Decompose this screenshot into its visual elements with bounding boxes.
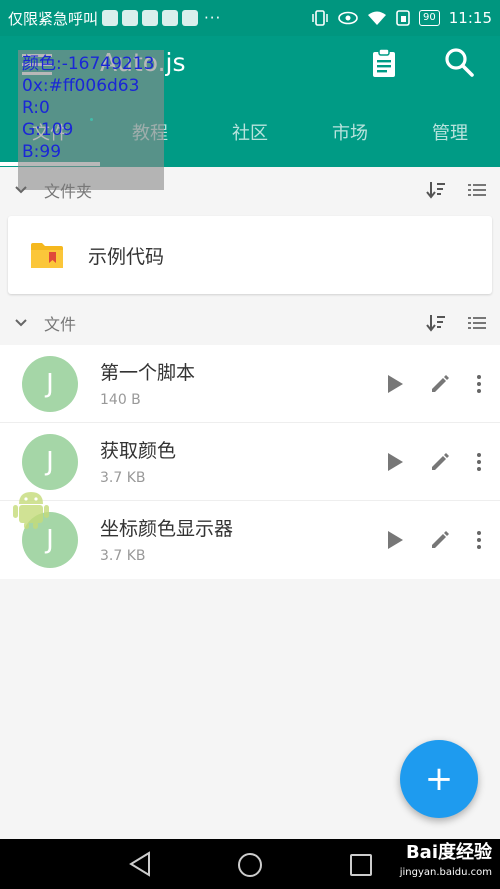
carrier-text: 仅限紧急呼叫 xyxy=(8,9,99,28)
floating-android-icon[interactable] xyxy=(12,488,50,530)
folders-section-header[interactable]: 文件夹 xyxy=(0,168,500,212)
folder-name: 示例代码 xyxy=(88,245,165,268)
sim-icon xyxy=(396,10,410,26)
notification-icon xyxy=(162,10,179,26)
sort-icon[interactable] xyxy=(426,181,446,199)
file-avatar: J xyxy=(22,355,78,412)
notification-icon xyxy=(182,10,199,26)
file-name: 获取颜色 xyxy=(100,439,177,462)
files-section-header[interactable]: 文件 xyxy=(0,301,500,345)
sort-icon[interactable] xyxy=(426,314,446,332)
files-label: 文件 xyxy=(44,315,77,334)
eye-icon xyxy=(338,11,358,25)
edit-icon[interactable] xyxy=(430,530,450,550)
back-icon[interactable] xyxy=(128,851,152,877)
pick-point xyxy=(90,118,93,121)
more-notifications: ··· xyxy=(204,9,222,27)
run-icon[interactable] xyxy=(386,452,404,472)
file-avatar: J xyxy=(22,433,78,490)
color-value: 颜色:-16749213 xyxy=(22,54,155,74)
color-b: B:99 xyxy=(22,142,62,162)
color-r: R:0 xyxy=(22,98,50,118)
run-icon[interactable] xyxy=(386,374,404,394)
file-name: 坐标颜色显示器 xyxy=(100,518,234,540)
vibrate-icon xyxy=(312,10,328,26)
tab-community[interactable]: 社区 xyxy=(200,116,300,156)
file-row[interactable]: J 获取颜色 3.7 KB xyxy=(0,423,500,501)
file-row[interactable]: J 坐标颜色显示器 3.7 KB xyxy=(0,501,500,579)
watermark: Bai度经验 jingyan.baidu.com xyxy=(400,843,492,883)
file-name: 第一个脚本 xyxy=(100,361,196,384)
add-button[interactable]: + xyxy=(400,740,478,818)
edit-icon[interactable] xyxy=(430,374,450,394)
battery-icon: 90 xyxy=(419,10,440,26)
file-row[interactable]: J 第一个脚本 140 B xyxy=(0,345,500,423)
list-view-icon[interactable] xyxy=(468,183,486,197)
home-icon[interactable] xyxy=(236,851,264,879)
file-list: J 第一个脚本 140 B J 获取颜色 3.7 KB J 坐标颜色显示器 3.… xyxy=(0,345,500,579)
notification-icon xyxy=(142,10,159,26)
tab-manage[interactable]: 管理 xyxy=(400,116,500,156)
edit-icon[interactable] xyxy=(430,452,450,472)
status-bar: 仅限紧急呼叫 ··· 90 11:15 xyxy=(0,0,500,36)
navigation-bar: Bai度经验 jingyan.baidu.com xyxy=(0,839,500,889)
chevron-down-icon xyxy=(15,186,27,194)
notification-icon xyxy=(102,10,119,26)
chevron-down-icon xyxy=(15,319,27,327)
tab-market[interactable]: 市场 xyxy=(300,116,400,156)
more-vert-icon[interactable] xyxy=(476,452,482,472)
more-vert-icon[interactable] xyxy=(476,530,482,550)
watermark-main: Bai度经验 xyxy=(405,842,492,863)
wifi-icon xyxy=(368,11,387,25)
color-hex: 0x:#ff006d63 xyxy=(22,76,140,96)
file-size: 140 B xyxy=(100,391,141,408)
run-icon[interactable] xyxy=(386,530,404,550)
folder-item[interactable]: 示例代码 xyxy=(8,216,492,294)
watermark-sub: jingyan.baidu.com xyxy=(399,867,492,878)
clipboard-icon[interactable] xyxy=(369,48,399,78)
list-view-icon[interactable] xyxy=(468,316,486,330)
color-g: G:109 xyxy=(22,120,74,140)
file-size: 3.7 KB xyxy=(100,469,146,486)
folder-icon xyxy=(31,243,63,268)
search-icon[interactable] xyxy=(443,46,475,78)
recent-apps-icon[interactable] xyxy=(349,853,373,877)
clock: 11:15 xyxy=(448,9,492,27)
more-vert-icon[interactable] xyxy=(476,374,482,394)
file-size: 3.7 KB xyxy=(100,548,146,564)
notification-icon xyxy=(122,10,139,26)
folders-label: 文件夹 xyxy=(44,182,93,201)
